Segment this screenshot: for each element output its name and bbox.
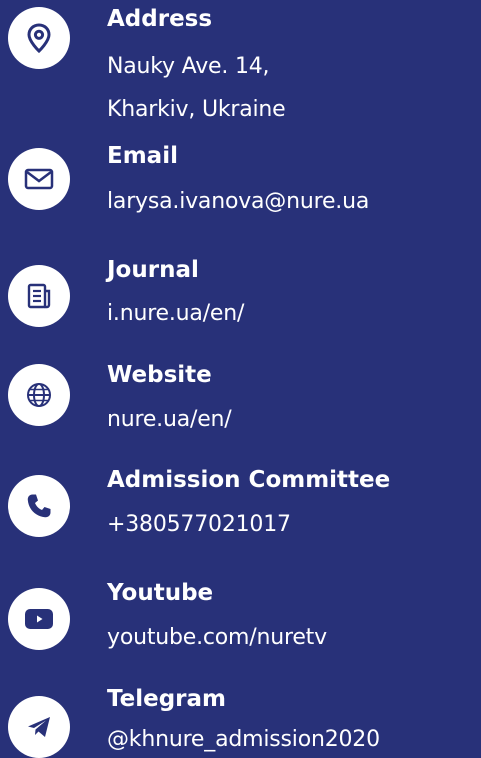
telegram-icon	[8, 696, 70, 758]
website-label: Website	[107, 362, 212, 388]
telegram-link[interactable]: @khnure_admission2020	[107, 725, 380, 755]
youtube-label: Youtube	[107, 580, 214, 606]
email-label: Email	[107, 143, 178, 169]
admission-phone-link[interactable]: +380577021017	[107, 510, 291, 540]
phone-icon	[8, 475, 70, 537]
address-line-2: Kharkiv, Ukraine	[107, 97, 286, 122]
email-link[interactable]: larysa.ivanova@nure.ua	[107, 187, 369, 217]
globe-icon	[8, 364, 70, 426]
website-link[interactable]: nure.ua/en/	[107, 405, 232, 435]
youtube-link[interactable]: youtube.com/nuretv	[107, 623, 327, 653]
location-pin-icon	[8, 7, 70, 69]
admission-label: Admission Committee	[107, 467, 391, 493]
envelope-icon	[8, 148, 70, 210]
journal-link[interactable]: i.nure.ua/en/	[107, 299, 244, 329]
newspaper-icon	[8, 265, 70, 327]
address-label: Address	[107, 6, 213, 32]
address-line-1: Nauky Ave. 14,	[107, 54, 270, 79]
youtube-icon	[8, 588, 70, 650]
telegram-label: Telegram	[107, 686, 227, 712]
journal-label: Journal	[107, 257, 199, 283]
